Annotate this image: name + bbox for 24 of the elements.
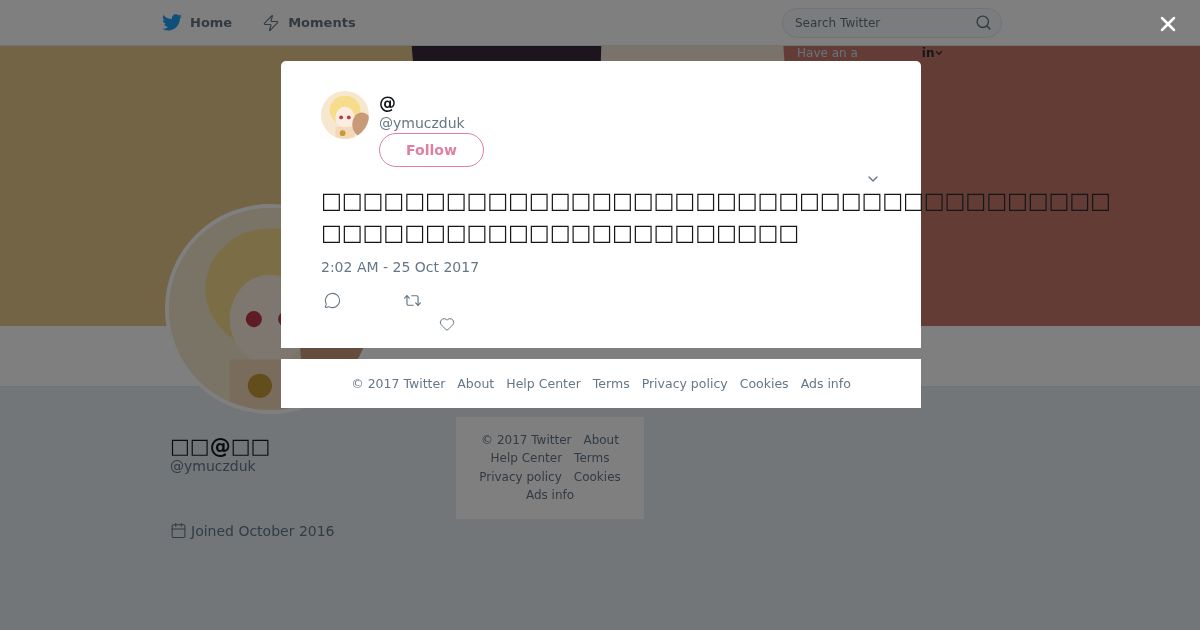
footer-link[interactable]: Help Center (490, 451, 563, 467)
footer-link[interactable]: About (583, 433, 619, 449)
footer-link[interactable]: Ads info (800, 376, 851, 391)
bird-icon (162, 14, 182, 31)
footer-link[interactable]: Help Center (506, 376, 581, 391)
footer-link[interactable]: © 2017 Twitter (351, 376, 446, 391)
footer-link[interactable]: Cookies (573, 469, 621, 485)
footer-link[interactable]: Terms (574, 451, 610, 467)
search-icon (975, 13, 992, 31)
footer-link[interactable]: Terms (592, 376, 630, 391)
search-field[interactable]: Search Twitter (782, 7, 1002, 38)
calendar-icon (170, 522, 187, 539)
footer-link[interactable]: Privacy policy (641, 376, 728, 391)
nav-link[interactable]: Home (162, 14, 233, 31)
joined-date: Joined October 2016 (191, 522, 335, 539)
profile-name: □□@□□ (170, 434, 272, 458)
footer-link[interactable]: Privacy policy (479, 469, 562, 485)
footer-link[interactable]: © 2017 Twitter (481, 433, 572, 449)
footer-link[interactable]: Cookies (739, 376, 789, 391)
lightning-icon (262, 13, 281, 32)
profile-handle: @ymuczduk (170, 458, 257, 474)
footer-link[interactable]: About (457, 376, 495, 391)
nav-link[interactable]: Moments (262, 13, 356, 32)
footer-link[interactable]: Ads info (525, 487, 575, 503)
